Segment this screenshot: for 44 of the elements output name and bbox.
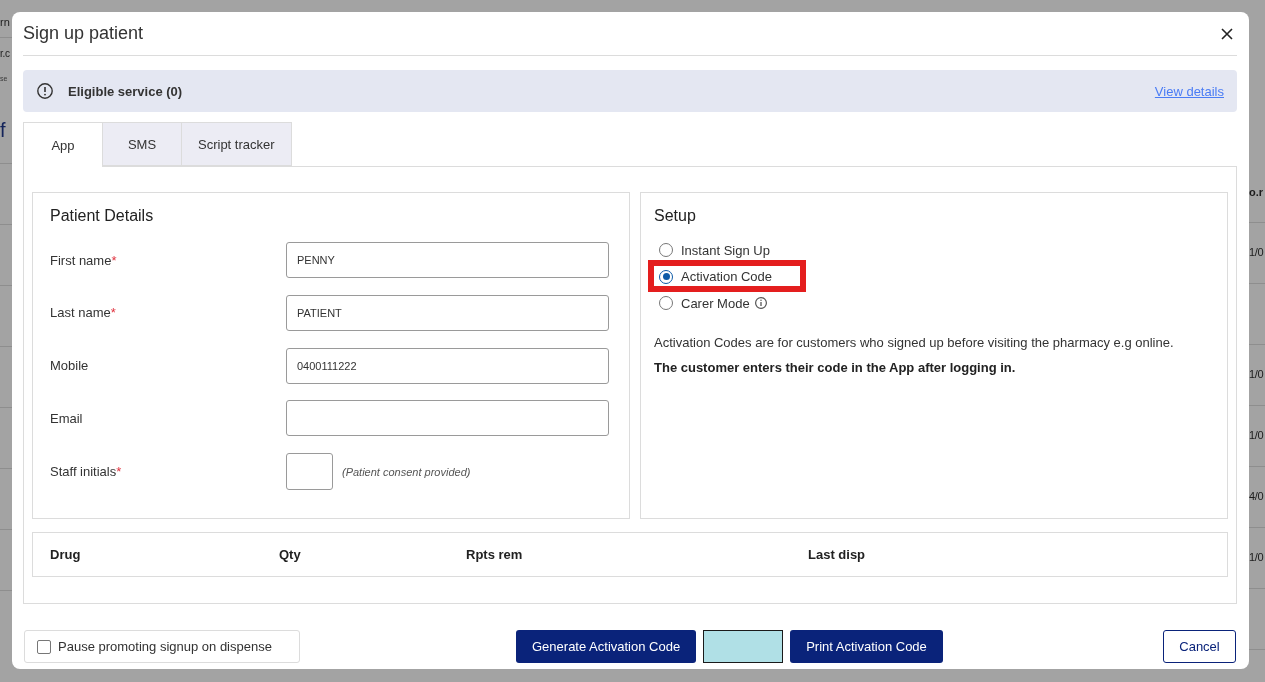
field-label: Last name* (50, 305, 116, 321)
column-header: Qty (279, 547, 301, 562)
cancel-button[interactable]: Cancel (1163, 630, 1236, 663)
field-label: Mobile (50, 358, 89, 373)
backdrop-table-cell: 4/0 (1249, 490, 1264, 502)
backdrop-text: rn (0, 16, 10, 28)
backdrop-text: f (0, 119, 6, 141)
alert-circle-icon (37, 83, 53, 99)
backdrop-column-header: o.r (1249, 186, 1264, 198)
radio-option[interactable]: Instant Sign Up (659, 242, 770, 258)
text-field[interactable]: PATIENT (286, 294, 609, 331)
radio-option[interactable]: Carer Mode (659, 295, 767, 311)
column-header: Last disp (808, 547, 866, 562)
field-label: First name* (50, 252, 117, 268)
initials-field[interactable] (286, 453, 333, 490)
section-title: Patient Details (50, 206, 155, 226)
checkbox-option[interactable]: Pause promoting signup on dispense (24, 630, 300, 663)
setup-note: The customer enters their code in the App after logging in. (654, 358, 1017, 377)
backdrop-table-cell: 1/0 (1249, 429, 1264, 441)
text-field[interactable]: PENNY (286, 242, 609, 278)
primary-button[interactable]: Generate Activation Code (516, 630, 697, 663)
tab[interactable]: SMS (102, 122, 182, 166)
field-label: Email (50, 410, 83, 426)
backdrop-table-cell: 1/0 (1249, 246, 1264, 258)
backdrop-text: r.c (0, 48, 10, 59)
column-header: Rpts rem (466, 547, 523, 562)
primary-button[interactable]: Print Activation Code (790, 630, 943, 663)
tab[interactable]: App (23, 122, 103, 167)
backdrop-table-cell: 1/0 (1249, 551, 1264, 563)
text-field[interactable] (286, 400, 609, 437)
setup-description: Activation Codes are for customers who signed up before visiting the pharmacy e.g online. (654, 333, 1175, 352)
backdrop-table-cell: 1/0 (1249, 368, 1264, 380)
dialog-title: Sign up patient (23, 23, 144, 44)
text-field[interactable]: 0400111222 (286, 347, 609, 384)
close-button[interactable] (1221, 27, 1233, 40)
consent-note: (Patient consent provided) (342, 465, 471, 478)
radio-option[interactable]: Activation Code (659, 269, 773, 285)
column-header: Drug (50, 547, 81, 562)
tab[interactable]: Script tracker (181, 122, 292, 166)
close-icon (1221, 27, 1233, 40)
section-title: Setup (654, 206, 697, 226)
checkbox[interactable] (37, 639, 51, 654)
field-label: Staff initials* (50, 464, 122, 479)
notice-text: Eligible service (0) (68, 83, 183, 99)
